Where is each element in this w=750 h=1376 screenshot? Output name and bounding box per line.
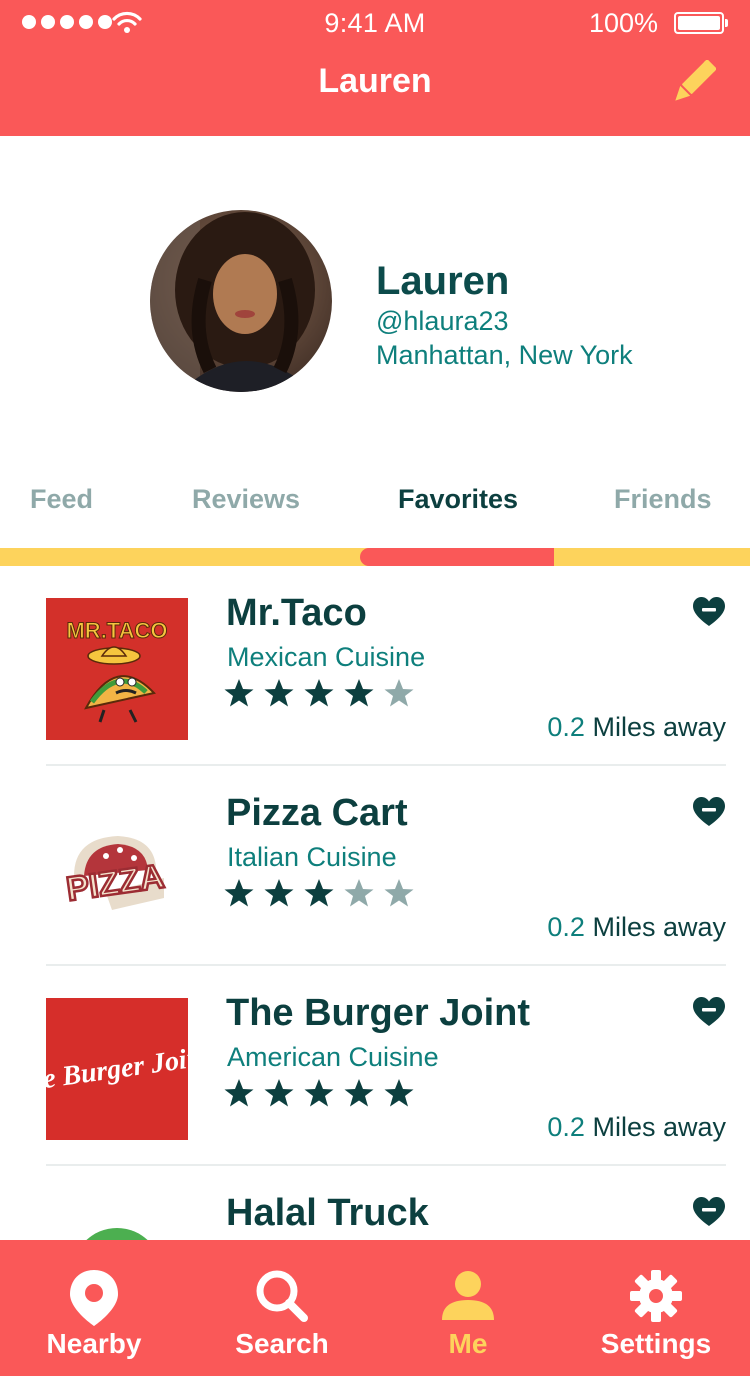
restaurant-name: Mr.Taco — [226, 592, 367, 634]
bottom-nav: Nearby Search Me Settings — [0, 1240, 750, 1376]
tab-reviews[interactable]: Reviews — [192, 484, 300, 515]
profile-info: Lauren @hlaura23 Manhattan, New York — [376, 258, 633, 372]
star-filled-icon — [304, 1079, 334, 1107]
star-filled-icon — [344, 1079, 374, 1107]
star-filled-icon — [264, 1079, 294, 1107]
favorite-heart-icon[interactable] — [692, 996, 726, 1028]
nav-me[interactable]: Me — [374, 1240, 562, 1376]
restaurant-logo: PIZZA — [46, 798, 188, 940]
battery-percentage: 100% — [588, 8, 658, 38]
nav-search[interactable]: Search — [188, 1240, 376, 1376]
page-title: Lauren — [318, 62, 432, 100]
status-bar: 9:41 AM 100% — [0, 0, 750, 48]
star-filled-icon — [224, 679, 254, 707]
profile-name: Lauren — [376, 259, 510, 303]
restaurant-distance: 0.2 Miles away — [547, 912, 726, 943]
distance-value: 0.2 — [547, 712, 585, 742]
profile-screen: 9:41 AM 100% Lauren Lauren @hlaura23 Man… — [0, 0, 750, 1376]
favorite-heart-icon[interactable] — [692, 796, 726, 828]
star-filled-icon — [264, 879, 294, 907]
star-empty-icon — [384, 879, 414, 907]
distance-unit: Miles away — [592, 1112, 726, 1142]
nav-label: Settings — [600, 1328, 712, 1359]
restaurant-logo — [46, 1202, 188, 1240]
list-item[interactable]: PIZZA Pizza Cart Italian Cuisine 0.2 Mil… — [0, 766, 750, 966]
star-filled-icon — [264, 679, 294, 707]
avatar[interactable] — [150, 210, 332, 392]
tab-friends[interactable]: Friends — [614, 484, 712, 515]
star-empty-icon — [344, 879, 374, 907]
restaurant-name: Halal Truck — [226, 1192, 429, 1234]
profile-card: Lauren @hlaura23 Manhattan, New York — [0, 136, 750, 466]
tab-active-indicator — [360, 548, 554, 566]
star-rating — [224, 678, 414, 708]
pencil-icon[interactable] — [670, 60, 716, 106]
nav-nearby[interactable]: Nearby — [0, 1240, 188, 1376]
battery-icon — [674, 12, 728, 34]
favorite-heart-icon[interactable] — [692, 596, 726, 628]
distance-unit: Miles away — [592, 712, 726, 742]
tab-feed[interactable]: Feed — [30, 484, 93, 515]
tab-track — [0, 548, 750, 566]
star-filled-icon — [344, 679, 374, 707]
restaurant-logo: the Burger Joint — [46, 998, 188, 1140]
gear-icon — [630, 1270, 682, 1322]
nav-label: Me — [448, 1328, 488, 1359]
restaurant-distance: 0.2 Miles away — [547, 712, 726, 743]
header: 9:41 AM 100% Lauren — [0, 0, 750, 136]
star-filled-icon — [384, 1079, 414, 1107]
logo-text: MR.TACO — [66, 618, 167, 643]
list-item[interactable]: the Burger Joint The Burger Joint Americ… — [0, 966, 750, 1166]
restaurant-name: The Burger Joint — [226, 992, 531, 1034]
profile-location: Manhattan, New York — [376, 340, 633, 370]
person-icon — [442, 1271, 494, 1320]
restaurant-cuisine: American Cuisine — [227, 1042, 439, 1072]
profile-tabs: Feed Reviews Favorites Friends — [0, 466, 750, 548]
list-item[interactable]: MR.TACO Mr.Taco Mexican Cuisine 0.2 Mile… — [0, 566, 750, 766]
star-empty-icon — [384, 679, 414, 707]
restaurant-name: Pizza Cart — [226, 792, 408, 834]
nav-settings[interactable]: Settings — [562, 1240, 750, 1376]
nav-label: Nearby — [46, 1328, 142, 1359]
location-pin-icon — [70, 1270, 118, 1326]
favorite-heart-icon[interactable] — [692, 1196, 726, 1228]
star-filled-icon — [224, 879, 254, 907]
star-filled-icon — [304, 679, 334, 707]
profile-handle: @hlaura23 — [376, 306, 509, 336]
search-icon — [256, 1270, 308, 1322]
restaurant-cuisine: Mexican Cuisine — [227, 642, 426, 672]
distance-value: 0.2 — [547, 912, 585, 942]
star-filled-icon — [224, 1079, 254, 1107]
star-filled-icon — [304, 879, 334, 907]
restaurant-cuisine: Italian Cuisine — [227, 842, 397, 872]
nav-label: Search — [235, 1328, 329, 1359]
tab-favorites[interactable]: Favorites — [398, 484, 518, 515]
favorites-list: MR.TACO Mr.Taco Mexican Cuisine 0.2 Mile… — [0, 566, 750, 1240]
restaurant-logo: MR.TACO — [46, 598, 188, 740]
distance-value: 0.2 — [547, 1112, 585, 1142]
distance-unit: Miles away — [592, 912, 726, 942]
restaurant-distance: 0.2 Miles away — [547, 1112, 726, 1143]
star-rating — [224, 878, 414, 908]
list-item[interactable]: Halal Truck — [0, 1166, 750, 1240]
star-rating — [224, 1078, 414, 1108]
